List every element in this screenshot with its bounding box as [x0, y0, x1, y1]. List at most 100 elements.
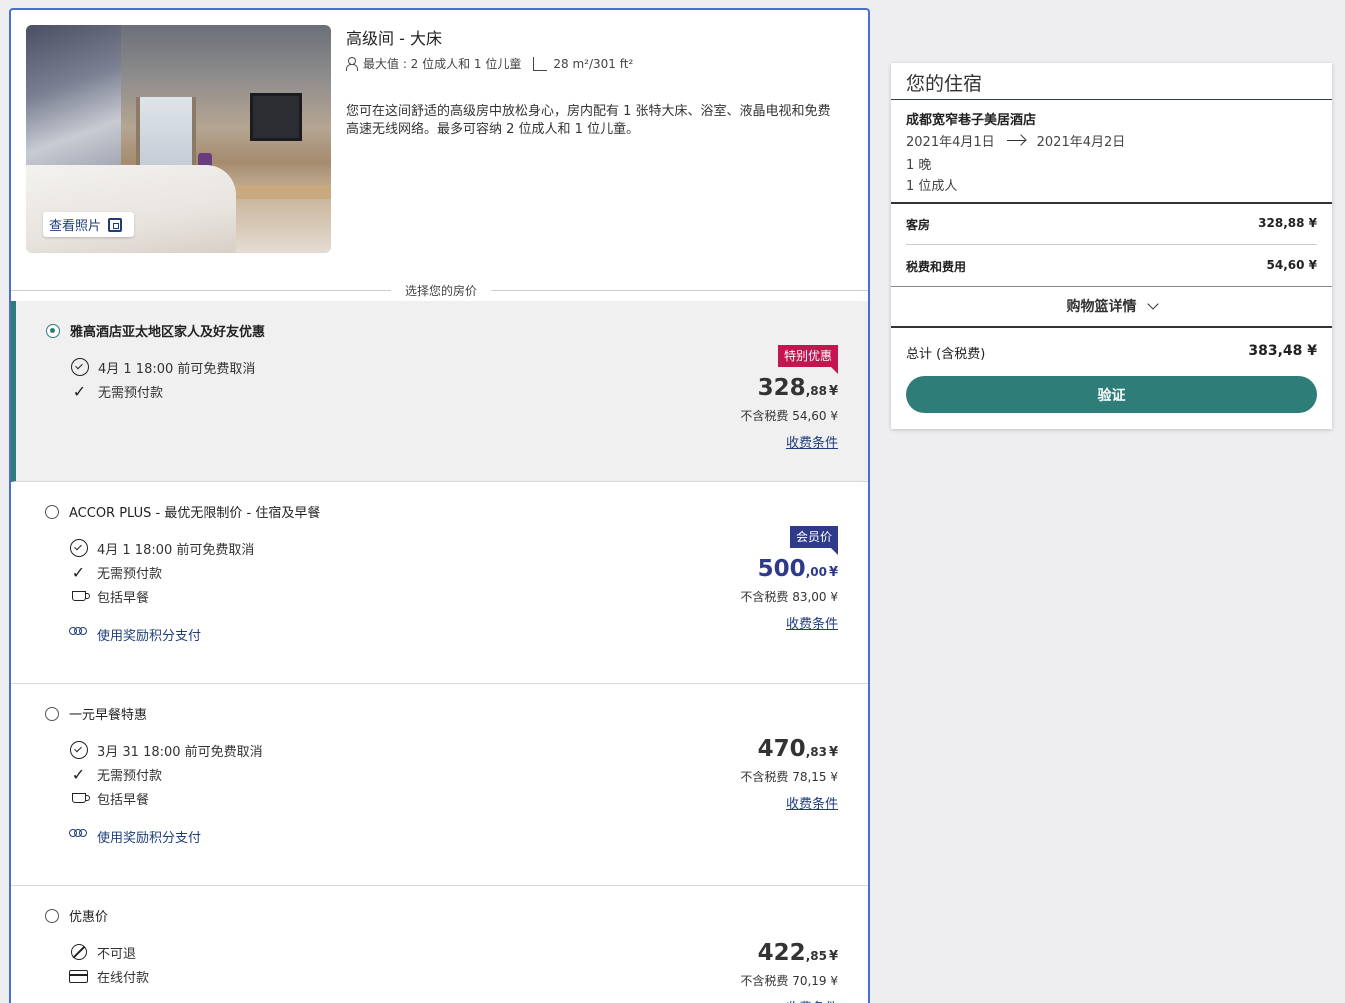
room-description: 您可在这间舒适的高级房中放松身心，房内配有 1 张特大床、浴室、液晶电视和免费高… — [346, 104, 831, 137]
room-price-label: 客房 — [906, 218, 931, 232]
rate-option[interactable]: 优惠价不可退在线付款 422,85¥ 不含税费 70,19 ¥ 收费条件 — [11, 886, 868, 1003]
clock-check-icon — [70, 358, 89, 377]
arrow-right-icon — [1006, 139, 1025, 142]
view-photos-label: 查看照片 — [49, 219, 102, 234]
photo-wall-art — [26, 25, 121, 175]
rate-feature-text: 无需预付款 — [97, 566, 163, 582]
rate-feature: 4月 1 18:00 前可免费取消 — [69, 536, 254, 560]
rate-price-cur: ¥ — [828, 745, 838, 760]
chevron-down-icon — [1146, 298, 1159, 310]
rate-tax-note: 不含税费 70,19 ¥ — [740, 974, 838, 988]
cup-icon — [69, 587, 90, 606]
rate-feature-text: 4月 1 18:00 前可免费取消 — [97, 542, 255, 558]
rate-price: 470,83 ¥ — [740, 736, 838, 766]
area-icon — [533, 56, 548, 71]
rate-price-cur: ¥ — [828, 565, 838, 580]
rate-feature: ✓ 无需预付款 — [69, 560, 254, 584]
rate-price-int: 470 — [757, 736, 806, 762]
rate-section-label: 选择您的房价 — [391, 282, 492, 299]
card-icon — [69, 967, 88, 986]
rate-list: 雅高酒店亚太地区家人及好友优惠 4月 1 18:00 前可免费取消 ✓ 无需预付款 特别… — [11, 301, 868, 1003]
rate-feature: ✓ 无需预付款 — [70, 379, 255, 403]
rate-price-int: 422 — [757, 940, 806, 966]
check-icon: ✓ — [72, 381, 87, 401]
tax-value: 54,60 ¥ — [1266, 258, 1317, 272]
rate-features: 3月 31 18:00 前可免费取消 ✓ 无需预付款 包括早餐 使用奖励积分支付 — [69, 738, 263, 846]
hotel-name: 成都宽窄巷子美居酒店 — [906, 113, 1037, 128]
rate-price-dec: ,88 — [805, 384, 827, 398]
clock-check-icon — [69, 741, 88, 760]
photo-bed — [26, 165, 236, 253]
rate-radio[interactable] — [45, 706, 59, 721]
rate-feature-text: 包括早餐 — [97, 590, 150, 606]
summary-title-rule — [891, 99, 1332, 100]
rate-terms-link[interactable]: 收费条件 — [740, 997, 838, 1003]
rate-option[interactable]: 雅高酒店亚太地区家人及好友优惠 4月 1 18:00 前可免费取消 ✓ 无需预付款 特别… — [11, 301, 868, 482]
reward-points-icon — [69, 829, 88, 843]
rate-price-cur: ¥ — [828, 384, 838, 399]
room-photo[interactable]: 查看照片 — [26, 25, 331, 253]
total-row: 总计 (含税费) 383,48 ¥ — [906, 343, 1317, 362]
expand-photo-icon — [108, 217, 123, 232]
summary-divider — [891, 202, 1332, 204]
cart-divider-top — [891, 286, 1332, 287]
room-card: 查看照片 高级间 - 大床 最大值 : 2 位成人和 1 位儿童 28 m²/3… — [9, 8, 870, 1003]
rate-radio[interactable] — [45, 908, 59, 923]
rate-feature: 在线付款 — [69, 964, 149, 988]
cart-details-label: 购物篮详情 — [1066, 299, 1137, 315]
stay-dates: 2021年4月1日 2021年4月2日 — [906, 131, 1125, 150]
rate-feature: ✓ 无需预付款 — [69, 762, 263, 786]
rate-name-row: ACCOR PLUS - 最优无限制价 - 住宿及早餐 — [45, 502, 320, 521]
rate-radio[interactable] — [45, 504, 59, 519]
rate-feature: 不可退 — [69, 940, 149, 964]
rate-price-dec: ,83 — [805, 745, 827, 759]
rate-features: 不可退 在线付款 — [69, 940, 149, 988]
photo-window — [136, 97, 196, 167]
tax-label: 税费和费用 — [906, 260, 967, 274]
rate-feature: 包括早餐 — [69, 584, 254, 608]
adults-count: 1 位成人 — [906, 179, 958, 194]
verify-button[interactable]: 验证 — [906, 376, 1317, 413]
room-capacity: 最大值 : 2 位成人和 1 位儿童 — [363, 57, 522, 71]
nights-count: 1 晚 — [906, 158, 932, 173]
rate-option[interactable]: ACCOR PLUS - 最优无限制价 - 住宿及早餐 4月 1 18:00 前可… — [11, 482, 868, 684]
rate-terms-link[interactable]: 收费条件 — [740, 613, 838, 632]
cart-details-toggle[interactable]: 购物篮详情 — [891, 296, 1332, 316]
photo-tv — [250, 93, 302, 141]
check-icon: ✓ — [71, 764, 86, 784]
rate-name: 雅高酒店亚太地区家人及好友优惠 — [70, 325, 266, 340]
rate-tax-note: 不含税费 83,00 ¥ — [740, 590, 838, 604]
rate-price-dec: ,85 — [805, 949, 827, 963]
photo-desk — [236, 185, 331, 199]
checkout-date: 2021年4月2日 — [1036, 135, 1126, 150]
rate-name: 一元早餐特惠 — [69, 708, 148, 723]
pay-with-points-label: 使用奖励积分支付 — [97, 628, 202, 644]
room-meta: 最大值 : 2 位成人和 1 位儿童 28 m²/301 ft² — [346, 55, 633, 72]
rate-name: ACCOR PLUS - 最优无限制价 - 住宿及早餐 — [69, 506, 321, 521]
rate-feature-text: 包括早餐 — [97, 792, 150, 808]
rate-price-dec: ,00 — [805, 565, 827, 579]
pay-with-points-link[interactable]: 使用奖励积分支付 — [69, 826, 263, 846]
rate-option[interactable]: 一元早餐特惠 3月 31 18:00 前可免费取消 ✓ 无需预付款 包括早餐 使用奖励积分… — [11, 684, 868, 886]
reward-points-icon — [69, 627, 88, 641]
pay-with-points-label: 使用奖励积分支付 — [97, 830, 202, 846]
rate-badge: 会员价 — [789, 526, 839, 555]
pay-with-points-link[interactable]: 使用奖励积分支付 — [69, 624, 254, 644]
total-value: 383,48 ¥ — [1248, 343, 1317, 359]
rate-feature-text: 不可退 — [97, 946, 137, 962]
rate-terms-link[interactable]: 收费条件 — [740, 432, 838, 451]
rate-features: 4月 1 18:00 前可免费取消 ✓ 无需预付款 — [70, 355, 255, 403]
view-photos-button[interactable]: 查看照片 — [43, 212, 134, 237]
rate-feature-text: 在线付款 — [97, 970, 150, 986]
rate-price-int: 328 — [757, 375, 806, 401]
divider-line-right — [491, 290, 868, 291]
rate-price-block: 422,85¥ 不含税费 70,19 ¥ 收费条件 — [740, 932, 838, 1003]
room-title: 高级间 - 大床 — [346, 29, 442, 48]
rate-badge: 特别优惠 — [777, 345, 839, 374]
clock-check-icon — [69, 539, 88, 558]
rate-name-row: 雅高酒店亚太地区家人及好友优惠 — [46, 321, 265, 340]
total-label: 总计 (含税费) — [906, 347, 986, 362]
rate-terms-link[interactable]: 收费条件 — [740, 793, 838, 812]
no-refund-icon — [69, 943, 88, 962]
rate-radio[interactable] — [46, 323, 60, 338]
